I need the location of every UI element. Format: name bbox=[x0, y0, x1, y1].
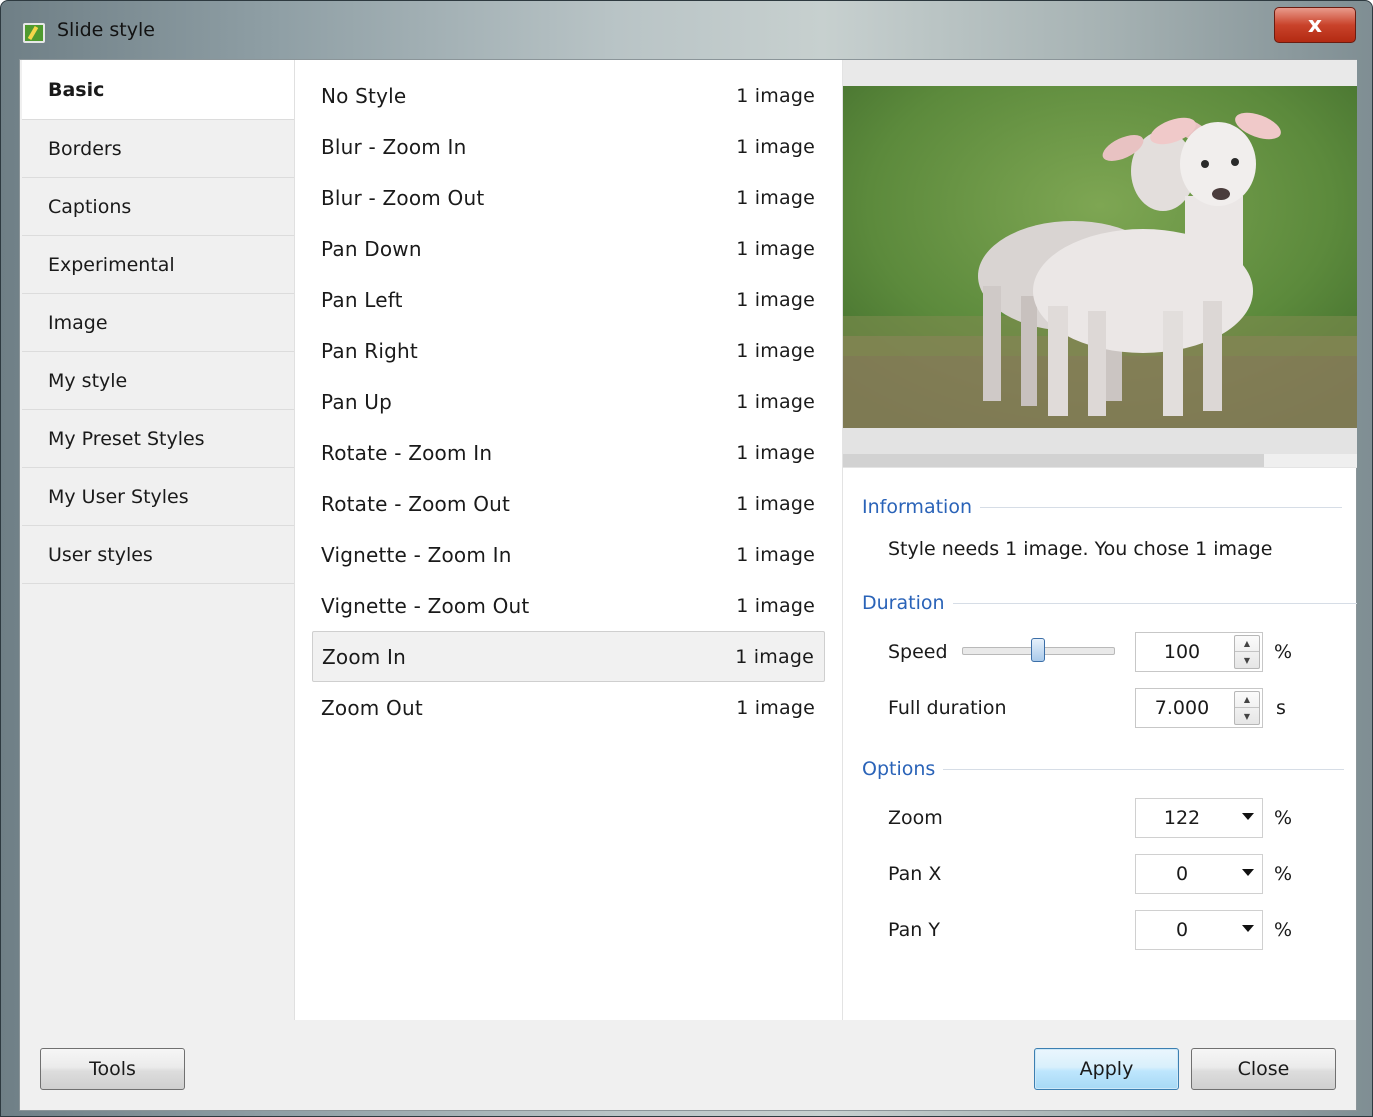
sidebar-item-my-style[interactable]: My style bbox=[22, 352, 294, 410]
list-item[interactable]: Pan Right 1 image bbox=[312, 325, 825, 376]
chevron-down-icon[interactable] bbox=[1242, 813, 1254, 820]
spin-up-icon[interactable]: ▲ bbox=[1235, 692, 1259, 708]
speed-value[interactable]: 100 bbox=[1136, 633, 1228, 671]
information-group-title: Information bbox=[862, 496, 980, 518]
sidebar-item-my-preset-styles[interactable]: My Preset Styles bbox=[22, 410, 294, 468]
full-duration-unit: s bbox=[1276, 697, 1286, 719]
list-item[interactable]: Blur - Zoom In 1 image bbox=[312, 121, 825, 172]
tools-button[interactable]: Tools bbox=[40, 1048, 185, 1090]
speed-unit: % bbox=[1274, 641, 1293, 663]
list-item[interactable]: Pan Up 1 image bbox=[312, 376, 825, 427]
zoom-unit: % bbox=[1274, 807, 1293, 829]
full-duration-stepper[interactable]: 7.000 ▲ ▼ bbox=[1135, 688, 1263, 728]
close-button[interactable]: Close bbox=[1191, 1048, 1336, 1090]
speed-spin-buttons[interactable]: ▲ ▼ bbox=[1234, 635, 1260, 669]
information-text: Style needs 1 image. You chose 1 image bbox=[888, 538, 1273, 560]
preview-frame-bottom bbox=[843, 428, 1357, 454]
sidebar-item-captions[interactable]: Captions bbox=[22, 178, 294, 236]
pan-y-select[interactable]: 0 bbox=[1135, 910, 1263, 950]
options-group-title: Options bbox=[862, 758, 944, 780]
sidebar-item-basic[interactable]: Basic bbox=[22, 60, 294, 120]
list-item[interactable]: Blur - Zoom Out 1 image bbox=[312, 172, 825, 223]
list-item[interactable]: Zoom Out 1 image bbox=[312, 682, 825, 733]
spin-up-icon[interactable]: ▲ bbox=[1235, 636, 1259, 652]
style-list: No Style 1 image Blur - Zoom In 1 image Bl… bbox=[295, 60, 842, 1020]
list-item[interactable]: Rotate - Zoom Out 1 image bbox=[312, 478, 825, 529]
preview-progress-bar[interactable] bbox=[843, 454, 1357, 468]
full-duration-value[interactable]: 7.000 bbox=[1136, 689, 1228, 727]
pan-x-label: Pan X bbox=[888, 863, 942, 885]
duration-group-title: Duration bbox=[862, 592, 953, 614]
window-close-button[interactable]: x bbox=[1274, 7, 1356, 43]
title-bar[interactable]: Slide style x bbox=[1, 1, 1372, 59]
pan-y-label: Pan Y bbox=[888, 919, 940, 941]
zoom-label: Zoom bbox=[888, 807, 943, 829]
sidebar-item-my-user-styles[interactable]: My User Styles bbox=[22, 468, 294, 526]
sidebar-item-image[interactable]: Image bbox=[22, 294, 294, 352]
app-icon bbox=[23, 23, 45, 43]
window-title: Slide style bbox=[57, 19, 155, 41]
full-duration-spin-buttons[interactable]: ▲ ▼ bbox=[1234, 691, 1260, 725]
spin-down-icon[interactable]: ▼ bbox=[1235, 652, 1259, 668]
preview-image bbox=[843, 86, 1357, 428]
pan-x-value[interactable]: 0 bbox=[1136, 855, 1228, 893]
speed-stepper[interactable]: 100 ▲ ▼ bbox=[1135, 632, 1263, 672]
pan-x-unit: % bbox=[1274, 863, 1293, 885]
list-item[interactable]: No Style 1 image bbox=[312, 70, 825, 121]
speed-label: Speed bbox=[888, 641, 948, 663]
pan-y-unit: % bbox=[1274, 919, 1293, 941]
zoom-value[interactable]: 122 bbox=[1136, 799, 1228, 837]
chevron-down-icon[interactable] bbox=[1242, 925, 1254, 932]
category-sidebar: Basic Borders Captions Experimental Imag… bbox=[22, 60, 295, 1020]
full-duration-label: Full duration bbox=[888, 697, 1007, 719]
list-item[interactable]: Pan Down 1 image bbox=[312, 223, 825, 274]
pan-x-select[interactable]: 0 bbox=[1135, 854, 1263, 894]
chevron-down-icon[interactable] bbox=[1242, 869, 1254, 876]
dialog-client: Basic Borders Captions Experimental Imag… bbox=[19, 59, 1357, 1111]
preview-frame-top bbox=[843, 60, 1357, 86]
list-item[interactable]: Rotate - Zoom In 1 image bbox=[312, 427, 825, 478]
pan-y-value[interactable]: 0 bbox=[1136, 911, 1228, 949]
progress-fill bbox=[843, 454, 1265, 467]
apply-button[interactable]: Apply bbox=[1034, 1048, 1179, 1090]
sidebar-item-experimental[interactable]: Experimental bbox=[22, 236, 294, 294]
spin-down-icon[interactable]: ▼ bbox=[1235, 708, 1259, 724]
list-item[interactable]: Vignette - Zoom Out 1 image bbox=[312, 580, 825, 631]
slide-style-window: Slide style x Basic Borders Captions Exp… bbox=[0, 0, 1373, 1117]
list-item[interactable]: Pan Left 1 image bbox=[312, 274, 825, 325]
speed-slider-thumb[interactable] bbox=[1031, 638, 1045, 662]
zoom-select[interactable]: 122 bbox=[1135, 798, 1263, 838]
lambs-photo bbox=[843, 86, 1357, 428]
list-item-selected[interactable]: Zoom In 1 image bbox=[312, 631, 825, 682]
list-item[interactable]: Vignette - Zoom In 1 image bbox=[312, 529, 825, 580]
close-icon: x bbox=[1307, 12, 1323, 38]
sidebar-item-user-styles[interactable]: User styles bbox=[22, 526, 294, 584]
sidebar-item-borders[interactable]: Borders bbox=[22, 120, 294, 178]
settings-panel: Information Style needs 1 image. You cho… bbox=[842, 60, 1357, 1020]
